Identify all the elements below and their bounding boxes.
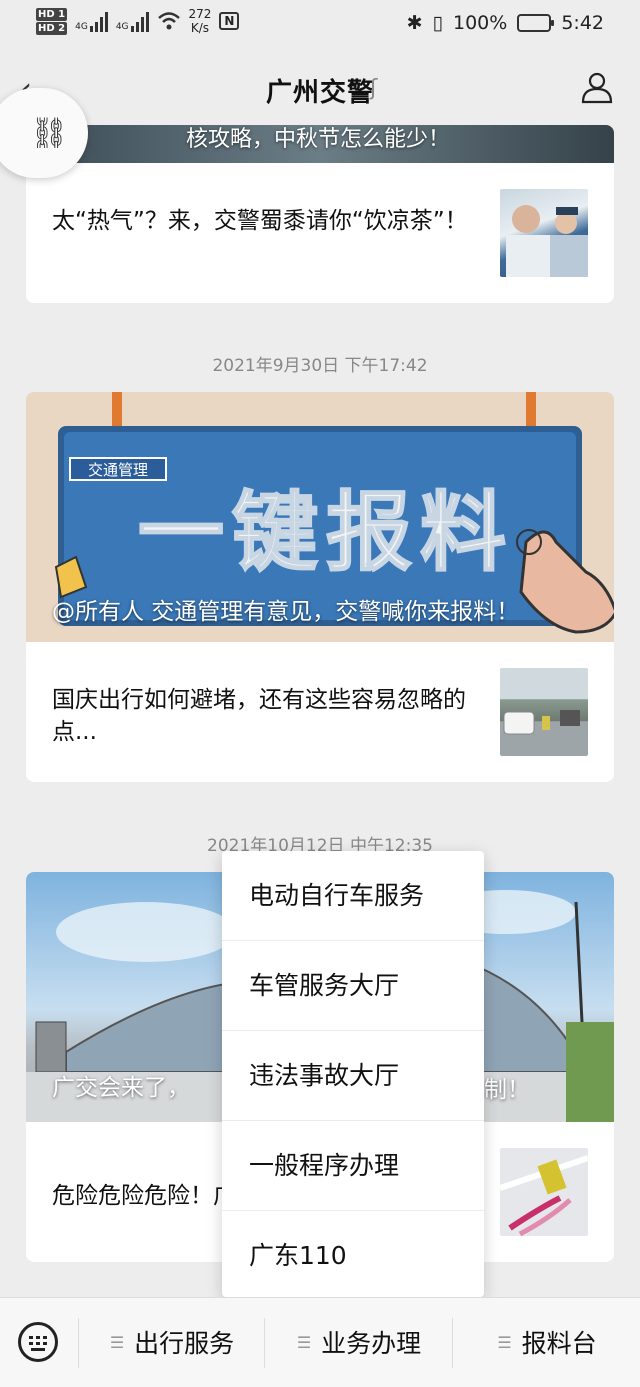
menu-lines-icon: ☰ — [109, 1332, 125, 1352]
menu-item-vehicle-service-hall[interactable]: 车管服务大厅 — [222, 941, 484, 1031]
menu-lines-icon: ☰ — [296, 1332, 312, 1352]
net2-label: 4G — [115, 22, 129, 32]
cover-title[interactable]: @所有人 交通管理有意见，交警喊你来报料！ — [52, 597, 574, 628]
menu-item-general-procedure[interactable]: 一般程序办理 — [222, 1121, 484, 1211]
battery-percent: 100% — [453, 12, 508, 34]
ear-icon[interactable]: ʃ — [370, 76, 377, 101]
tab-label: 业务办理 — [321, 1329, 422, 1358]
wifi-icon — [157, 12, 180, 30]
cover-image[interactable]: 交通管理 一键报料 @所有人 交通管理有意见，交警喊你来报料！ — [26, 392, 614, 642]
hd-indicator: HD 1 HD 2 — [36, 7, 68, 35]
cover-title-tail[interactable]: 制！ — [484, 1070, 530, 1104]
tab-report-desk[interactable]: ☰ 报料台 — [454, 1298, 640, 1386]
net-speed: 272 K/s — [189, 7, 212, 35]
clock: 5:42 — [561, 12, 604, 34]
article-thumbnail[interactable] — [500, 189, 588, 277]
list-item[interactable]: 国庆出行如何避堵，还有这些容易忽略的点... — [26, 642, 614, 782]
service-popup-menu: 电动自行车服务 车管服务大厅 违法事故大厅 一般程序办理 广东110 — [222, 851, 484, 1297]
police-officer-image — [506, 205, 588, 277]
truck-diagram-image — [500, 1155, 588, 1236]
user-profile-icon[interactable] — [580, 70, 614, 104]
menu-item-ebike-service[interactable]: 电动自行车服务 — [222, 851, 484, 941]
tab-label: 出行服务 — [134, 1329, 235, 1358]
menu-item-guangdong-110[interactable]: 广东110 — [222, 1211, 484, 1300]
traffic-scene-image — [503, 710, 580, 735]
tab-label: 报料台 — [521, 1329, 597, 1358]
link-floating-button[interactable]: ⛓ — [0, 88, 88, 178]
tab-travel-service[interactable]: ☰ 出行服务 — [80, 1298, 264, 1386]
speed-unit: K/s — [190, 21, 210, 35]
article-title[interactable]: 国庆出行如何避堵，还有这些容易忽略的点... — [52, 684, 482, 748]
article-title[interactable]: 太“热气”？来，交警蜀黍请你“饮凉茶”！ — [52, 205, 482, 237]
signal-2-icon: 4G — [116, 10, 149, 32]
speed-value: 272 — [188, 7, 212, 21]
menu-lines-icon: ☰ — [497, 1332, 512, 1352]
cover-image[interactable]: 核攻略，中秋节怎么能少！ — [26, 125, 614, 163]
nfc-icon: N — [219, 12, 240, 30]
sign-text: 一键报料 — [138, 483, 514, 583]
keyboard-icon[interactable] — [18, 1322, 58, 1362]
link-icon: ⛓ — [29, 115, 69, 151]
battery-icon — [517, 14, 555, 32]
vibrate-icon: ▯ — [432, 12, 443, 34]
status-bar: HD 1 HD 2 4G 4G 272 K/s N ✱ ▯ 100% 5:42 — [0, 0, 640, 50]
net1-label: 4G — [75, 22, 88, 32]
page-title: 广州交警 — [265, 78, 374, 108]
article-thumbnail[interactable] — [500, 668, 588, 756]
signal-1-icon: 4G — [75, 10, 108, 32]
list-item[interactable]: 太“热气”？来，交警蜀黍请你“饮凉茶”！ — [26, 163, 614, 303]
hd2-label: HD 2 — [36, 21, 68, 35]
tab-business-handling[interactable]: ☰ 业务办理 — [266, 1298, 452, 1386]
cover-title[interactable]: 核攻略，中秋节怎么能少！ — [186, 125, 450, 153]
menu-item-violation-accident-hall[interactable]: 违法事故大厅 — [222, 1031, 484, 1121]
article-thumbnail[interactable] — [500, 1148, 588, 1236]
bluetooth-icon: ✱ — [406, 12, 423, 34]
sign-tag: 交通管理 — [88, 461, 148, 479]
hd1-label: HD 1 — [36, 7, 68, 21]
bottom-menu-bar: ☰ 出行服务 ☰ 业务办理 ☰ 报料台 — [0, 1297, 640, 1387]
message-date: 2021年9月30日 下午17:42 — [212, 356, 428, 376]
article-card-2: 交通管理 一键报料 @所有人 交通管理有意见，交警喊你来报料！ 国庆出行如何避堵… — [26, 392, 614, 782]
article-card-1: 核攻略，中秋节怎么能少！ 太“热气”？来，交警蜀黍请你“饮凉茶”！ — [26, 125, 614, 303]
nav-bar: ‹ 广州交警 ʃ — [0, 50, 640, 125]
